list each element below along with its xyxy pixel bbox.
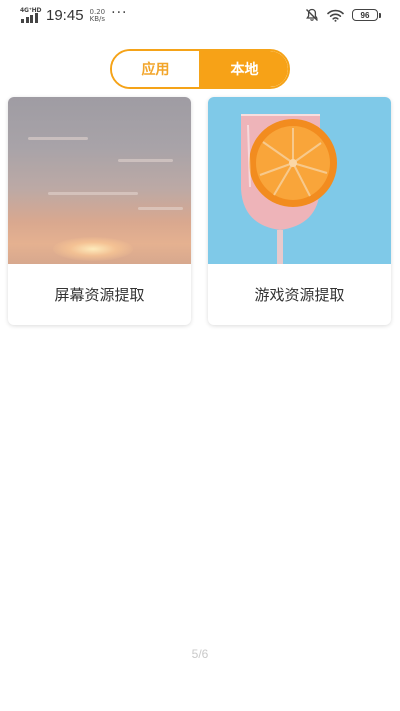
bell-off-icon xyxy=(306,8,318,21)
card-label: 游戏资源提取 xyxy=(254,286,345,304)
status-right: 96 xyxy=(305,8,381,22)
battery-level: 96 xyxy=(360,10,370,20)
tab-local[interactable]: 本地 xyxy=(199,51,288,87)
tab-app[interactable]: 应用 xyxy=(112,51,199,87)
card-label: 屏幕资源提取 xyxy=(54,286,145,304)
clock: 19:45 xyxy=(46,7,84,24)
network-speed: 0.20 KB/s xyxy=(89,8,106,23)
battery-icon: 96 xyxy=(352,9,381,21)
speed-unit: KB/s xyxy=(89,14,106,23)
game-resource-card[interactable]: 游戏资源提取 xyxy=(208,97,391,325)
orange-drink-image xyxy=(208,97,391,264)
page-indicator: 5/6 xyxy=(191,647,209,661)
wifi-icon xyxy=(327,9,344,22)
status-bar: 4G⁺HD 19:45 0.20 KB/s ··· 96 xyxy=(0,0,400,32)
source-segmented-control: 应用 本地 xyxy=(110,49,290,89)
more-notifications-icon: ··· xyxy=(111,4,128,21)
sunset-image xyxy=(8,97,191,264)
screen-resource-card[interactable]: 屏幕资源提取 xyxy=(8,97,191,325)
signal-icon: 4G⁺HD xyxy=(20,7,42,24)
status-left: 4G⁺HD 19:45 0.20 KB/s ··· xyxy=(20,4,128,25)
